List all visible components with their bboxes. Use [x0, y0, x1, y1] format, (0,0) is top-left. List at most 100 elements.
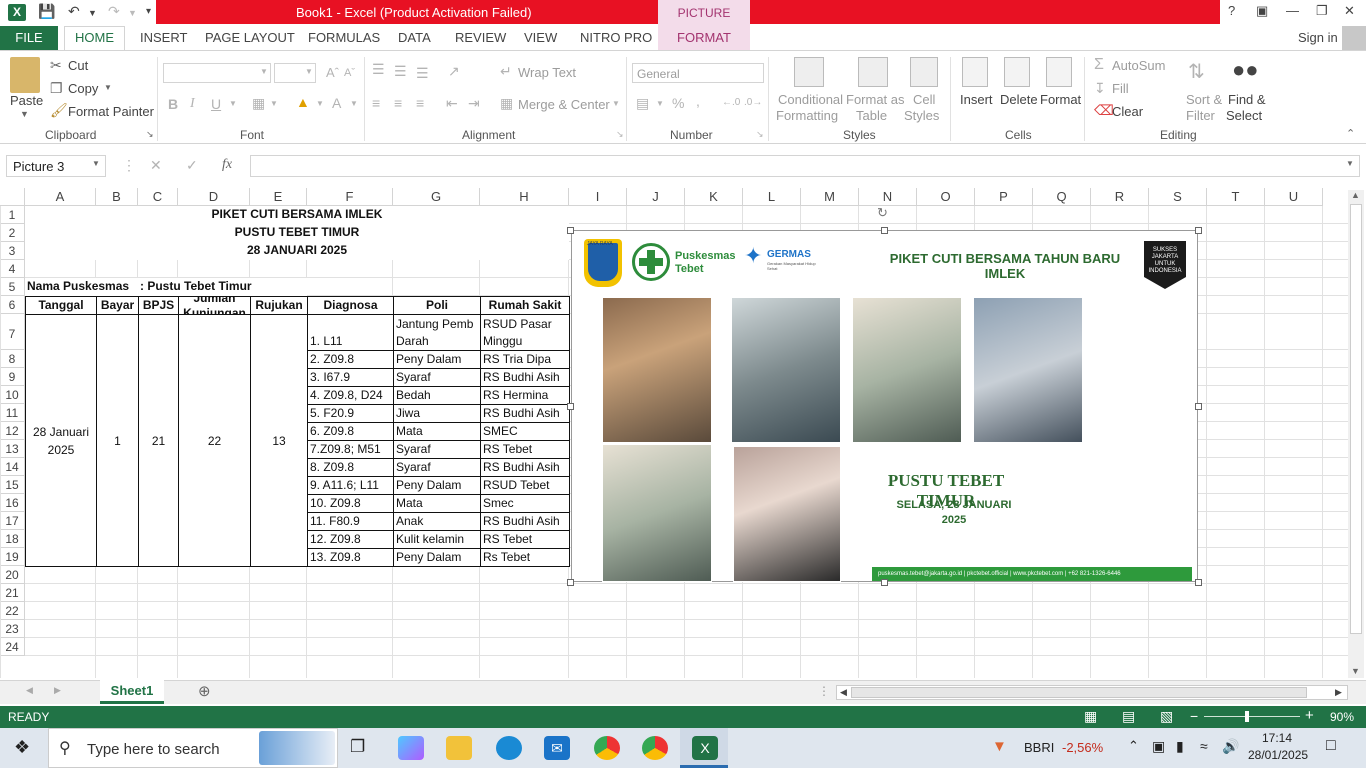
font-color-icon[interactable]: A: [332, 95, 341, 111]
accounting-dropdown-icon[interactable]: ▼: [656, 99, 664, 108]
fill-button[interactable]: Fill: [1112, 81, 1129, 96]
header-cell[interactable]: Tanggal: [25, 296, 97, 315]
conditional-formatting-button[interactable]: Conditional: [778, 92, 843, 107]
picture-3[interactable]: JAYA RAYA Puskesmas Tebet ✦ GERMAS Gerak…: [571, 230, 1198, 582]
header-cell[interactable]: Rumah Sakit: [480, 296, 570, 315]
diagnosa-cell[interactable]: 6. Z09.8: [307, 422, 394, 441]
copy-button[interactable]: Copy: [68, 81, 98, 96]
font-color-dropdown-icon[interactable]: ▼: [350, 99, 358, 108]
row-header[interactable]: 9: [0, 368, 25, 386]
horizontal-scroll-thumb[interactable]: [851, 687, 1307, 698]
vertical-scrollbar[interactable]: ▲ ▼: [1348, 190, 1364, 678]
diagnosa-cell[interactable]: 3. I67.9: [307, 368, 394, 387]
chrome-icon[interactable]: [594, 736, 620, 760]
column-header[interactable]: U: [1265, 188, 1323, 206]
autosum-icon[interactable]: Σ: [1094, 56, 1104, 74]
diagnosa-cell[interactable]: 12. Z09.8: [307, 530, 394, 549]
decrease-decimal-icon[interactable]: .0→: [744, 97, 762, 108]
rs-cell[interactable]: Rs Tebet: [480, 548, 570, 567]
resize-handle[interactable]: [1195, 227, 1202, 234]
value-cell[interactable]: : Pustu Tebet Timur: [138, 278, 307, 296]
maximize-button[interactable]: ❐: [1316, 3, 1328, 19]
poli-cell[interactable]: Peny Dalam: [393, 350, 481, 369]
column-header[interactable]: M: [801, 188, 859, 206]
cell-styles-button[interactable]: Cell: [913, 92, 935, 107]
clock-date[interactable]: 28/01/2025: [1248, 748, 1308, 762]
diagnosa-cell[interactable]: 11. F80.9: [307, 512, 394, 531]
increase-indent-icon[interactable]: ⇥: [468, 95, 480, 112]
poli-cell[interactable]: Syaraf: [393, 458, 481, 477]
format-painter-button[interactable]: Format Painter: [68, 104, 154, 119]
header-cell[interactable]: Rujukan: [250, 296, 308, 315]
sort-filter-button[interactable]: Sort &: [1186, 92, 1222, 107]
row-header[interactable]: 22: [0, 602, 25, 620]
diagnosa-cell[interactable]: 13. Z09.8: [307, 548, 394, 567]
align-middle-icon[interactable]: ☰: [394, 63, 407, 80]
summary-cell[interactable]: 13: [250, 314, 308, 567]
vertical-scroll-thumb[interactable]: [1350, 204, 1362, 634]
copilot-icon[interactable]: [398, 736, 424, 760]
row-header[interactable]: 8: [0, 350, 25, 368]
format-painter-icon[interactable]: 🖌: [50, 102, 68, 119]
paste-button[interactable]: Paste: [10, 93, 43, 108]
volume-icon[interactable]: 🔊: [1222, 738, 1239, 755]
cut-button[interactable]: Cut: [68, 58, 88, 73]
resize-handle[interactable]: [881, 579, 888, 586]
tab-view[interactable]: VIEW: [524, 30, 557, 45]
windows-start-icon[interactable]: ❖: [14, 737, 30, 758]
resize-handle[interactable]: [567, 579, 574, 586]
merge-dropdown-icon[interactable]: ▼: [612, 99, 620, 108]
rs-cell[interactable]: SMEC: [480, 422, 570, 441]
diagnosa-cell[interactable]: 8. Z09.8: [307, 458, 394, 477]
summary-cell[interactable]: 22: [178, 314, 251, 567]
poli-cell[interactable]: Jantung Pemb Darah: [393, 314, 481, 351]
diagnosa-cell[interactable]: 2. Z09.8: [307, 350, 394, 369]
expand-formula-icon[interactable]: ▼: [1346, 159, 1354, 168]
header-cell[interactable]: Jumlah Kunjungan: [178, 296, 251, 315]
chrome-profile-icon[interactable]: [642, 736, 668, 760]
tab-file[interactable]: FILE: [0, 26, 58, 50]
column-header[interactable]: Q: [1033, 188, 1091, 206]
minimize-button[interactable]: —: [1286, 3, 1299, 18]
tab-page-layout[interactable]: PAGE LAYOUT: [205, 30, 295, 45]
row-header[interactable]: 16: [0, 494, 25, 512]
wrap-text-icon[interactable]: ↵: [500, 63, 512, 80]
rs-cell[interactable]: RS Tria Dipa: [480, 350, 570, 369]
increase-decimal-icon[interactable]: ←.0: [722, 97, 740, 108]
row-header[interactable]: 20: [0, 566, 25, 584]
resize-handle[interactable]: [1195, 403, 1202, 410]
italic-button[interactable]: I: [190, 96, 195, 112]
binoculars-icon[interactable]: ●●: [1232, 57, 1259, 83]
format-as-table-icon[interactable]: [858, 57, 888, 87]
insert-cells-icon[interactable]: [962, 57, 988, 87]
excel-taskbar-button[interactable]: X: [680, 728, 728, 768]
row-header[interactable]: 13: [0, 440, 25, 458]
customize-qat-icon[interactable]: ▾: [146, 6, 151, 17]
align-top-icon[interactable]: ☰: [372, 61, 385, 78]
mail-icon[interactable]: ✉: [544, 736, 570, 760]
notification-icon[interactable]: □: [1326, 737, 1336, 755]
paste-dropdown-icon[interactable]: ▼: [20, 109, 29, 119]
column-header[interactable]: S: [1149, 188, 1207, 206]
rs-cell[interactable]: RSUD Tebet: [480, 476, 570, 495]
split-handle-icon[interactable]: ⋮: [818, 684, 830, 698]
column-header[interactable]: C: [138, 188, 178, 206]
bold-button[interactable]: B: [168, 96, 178, 112]
diagnosa-cell[interactable]: 7.Z09.8; M51: [307, 440, 394, 459]
row-header[interactable]: 2: [0, 224, 25, 242]
comma-button[interactable]: ,: [696, 93, 700, 109]
summary-cell[interactable]: 1: [96, 314, 139, 567]
close-button[interactable]: ✕: [1344, 3, 1355, 19]
row-header[interactable]: 10: [0, 386, 25, 404]
merge-center-icon[interactable]: ▦: [500, 95, 513, 112]
alignment-launcher-icon[interactable]: ↘: [616, 129, 624, 140]
rs-cell[interactable]: RS Hermina: [480, 386, 570, 405]
edge-icon[interactable]: [496, 736, 522, 760]
autosum-button[interactable]: AutoSum: [1112, 58, 1165, 73]
zoom-slider[interactable]: [1204, 716, 1300, 717]
rs-cell[interactable]: RS Budhi Asih: [480, 368, 570, 387]
column-header[interactable]: K: [685, 188, 743, 206]
title-cell[interactable]: PIKET CUTI BERSAMA IMLEK: [25, 206, 569, 224]
resize-handle[interactable]: [1195, 579, 1202, 586]
poli-cell[interactable]: Syaraf: [393, 440, 481, 459]
